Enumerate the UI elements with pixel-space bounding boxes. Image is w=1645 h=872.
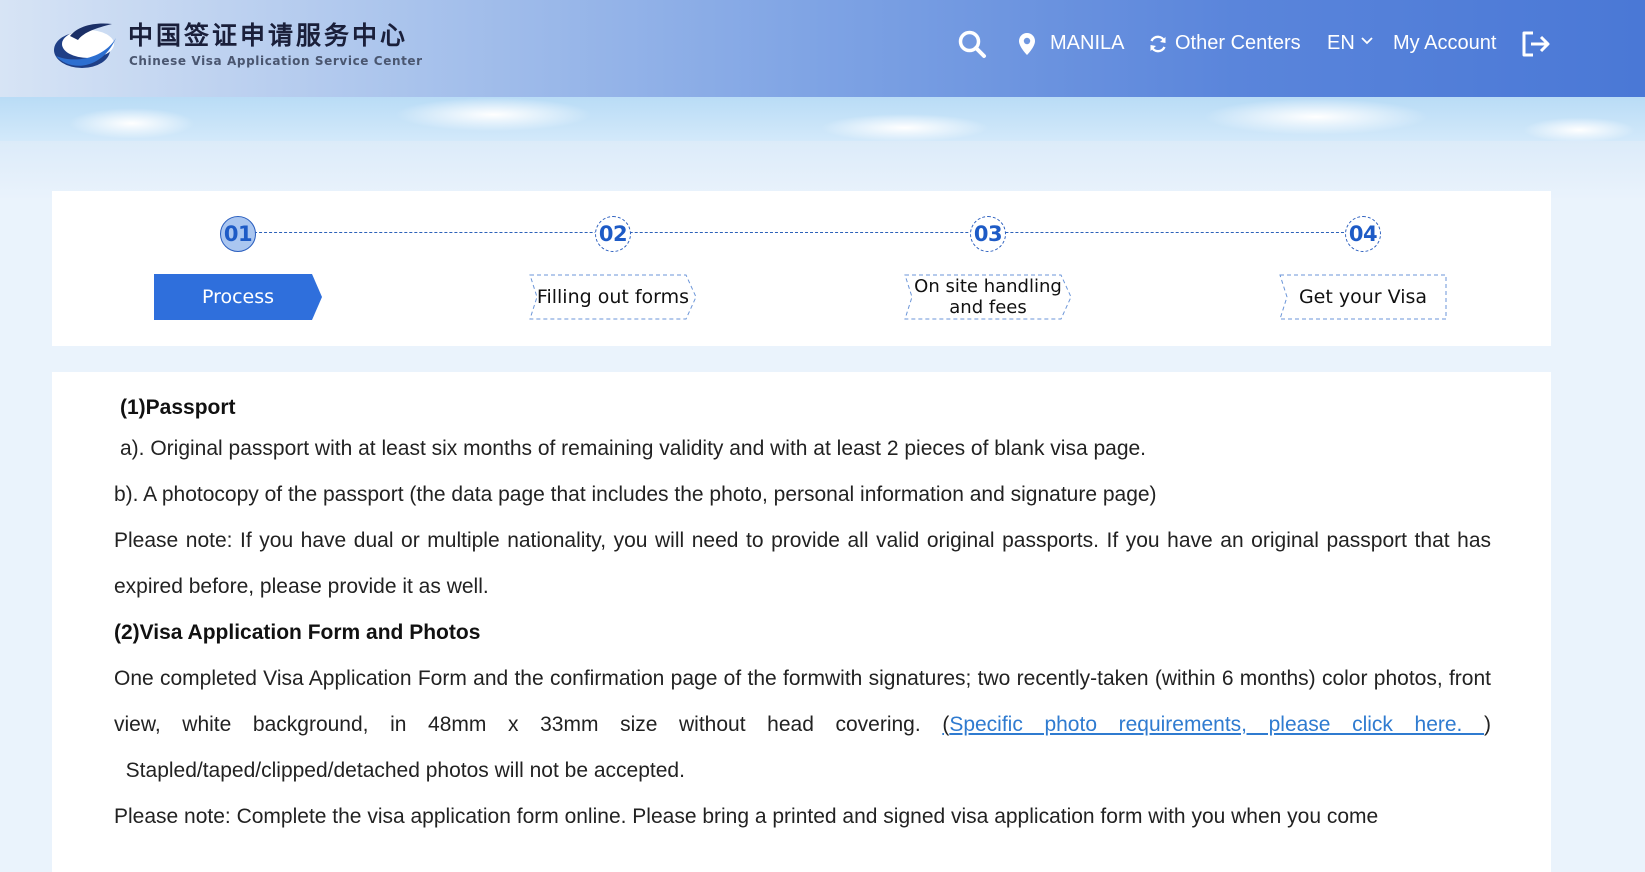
step-label-line-1: On site handling [914,276,1062,297]
form-photos-text: One completed Visa Application Form and … [114,656,1491,794]
photo-rejection-note: Stapled/taped/clipped/detached photos wi… [114,759,685,782]
logo-emblem-icon [54,23,116,68]
passport-note: Please note: If you have dual or multipl… [114,529,1491,598]
other-centers-label: Other Centers [1175,32,1301,54]
site-header: 中国签证申请服务中心 Chinese Visa Application Serv… [0,0,1645,97]
step-label: On site handling and fees [904,274,1072,320]
my-account-link[interactable]: My Account [1393,0,1496,87]
form-photos-heading: (2)Visa Application Form and Photos [114,621,481,644]
step-label-box: Process [154,274,322,320]
passport-item-a: a). Original passport with at least six … [120,437,1147,460]
language-selector[interactable]: EN [1327,0,1373,87]
refresh-icon [1150,35,1166,52]
sky-banner [0,97,1645,141]
process-steps: 01 Process 02 Filling out forms 03 On si… [52,191,1551,346]
logo-english-text: Chinese Visa Application Service Center [129,54,423,68]
site-logo[interactable]: 中国签证申请服务中心 Chinese Visa Application Serv… [50,14,422,74]
other-centers-link[interactable]: Other Centers [1148,0,1301,87]
step-label-line-2: and fees [949,297,1027,318]
step-label: Filling out forms [536,285,690,308]
passport-item-b: b). A photocopy of the passport (the dat… [114,483,1157,506]
step-label-box: Filling out forms [529,274,697,320]
steps-connector-line [239,232,1359,233]
chevron-down-icon [1361,36,1373,44]
logout-button[interactable] [1521,0,1551,87]
logo-chinese-text: 中国签证申请服务中心 [128,21,409,50]
step-label: Process [201,285,275,308]
step-number: 03 [970,216,1006,252]
photo-requirements-link-text: Specific photo requirements, please clic… [949,713,1484,736]
location-pin-icon [1019,32,1035,55]
my-account-label: My Account [1393,32,1497,54]
form-note: Please note: Complete the visa applicati… [114,805,1379,828]
location-label: MANILA [1050,32,1125,54]
step-label-box: Get your Visa [1279,274,1447,320]
search-button[interactable] [955,0,989,87]
step-label-box: On site handling and fees [904,274,1072,320]
requirements-content: (1)Passport a). Original passport with a… [52,372,1551,872]
step-label: Get your Visa [1298,285,1428,308]
photo-requirements-link[interactable]: (Specific photo requirements, please cli… [942,713,1484,736]
search-icon [958,30,986,58]
location-selector[interactable]: MANILA [1018,0,1124,87]
passport-heading: (1)Passport [120,396,236,419]
step-number: 01 [220,216,256,252]
step-number: 02 [595,216,631,252]
language-label: EN [1327,32,1355,54]
logout-icon [1522,31,1550,56]
link-paren-close: ) [1484,713,1491,736]
step-number: 04 [1345,216,1381,252]
